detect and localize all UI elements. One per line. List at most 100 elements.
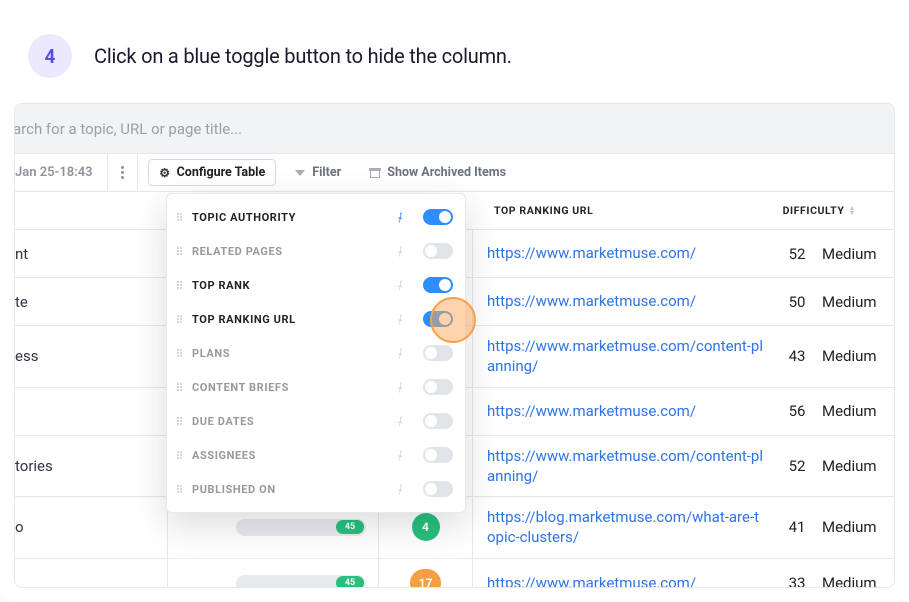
column-option-row: CONTENT BRIEFS: [167, 370, 465, 404]
show-archived-label: Show Archived Items: [387, 165, 506, 180]
url-cell: https://www.marketmuse.com/: [473, 230, 776, 277]
drag-grip-icon[interactable]: [177, 247, 182, 255]
difficulty-score: 52: [776, 436, 818, 497]
top-ranking-url-link[interactable]: https://www.marketmuse.com/: [487, 243, 696, 263]
column-option-row: PUBLISHED ON: [167, 472, 465, 506]
difficulty-score: 50: [776, 278, 818, 325]
drag-grip-icon[interactable]: [177, 349, 182, 357]
filter-button[interactable]: Filter: [284, 160, 351, 185]
drag-grip-icon[interactable]: [177, 485, 182, 493]
toolbar: Jan 25-18:43 Configure Table Filter: [15, 154, 894, 192]
show-archived-button[interactable]: Show Archived Items: [359, 160, 516, 185]
top-ranking-url-link[interactable]: https://www.marketmuse.com/: [487, 401, 696, 421]
sort-icon: ▲▼: [848, 206, 856, 216]
pin-icon[interactable]: [391, 379, 407, 395]
drag-grip-icon[interactable]: [177, 315, 182, 323]
column-visibility-toggle[interactable]: [423, 481, 453, 497]
column-option-label: CONTENT BRIEFS: [192, 381, 453, 394]
top-ranking-url-link[interactable]: https://www.marketmuse.com/: [487, 291, 696, 311]
rank-pill: 17: [410, 569, 442, 588]
drag-grip-icon[interactable]: [177, 281, 182, 289]
tutorial-card: 4 Click on a blue toggle button to hide …: [0, 0, 909, 602]
search-bar[interactable]: arch for a topic, URL or page title...: [15, 104, 894, 154]
toolbar-actions: Configure Table Filter Show Archived Ite…: [138, 154, 894, 191]
drag-grip-icon[interactable]: [177, 417, 182, 425]
configure-table-label: Configure Table: [177, 165, 266, 180]
pin-icon[interactable]: [391, 277, 407, 293]
column-option-row: TOPIC AUTHORITY: [167, 200, 465, 234]
pin-icon[interactable]: [391, 413, 407, 429]
rank-pill: 4: [412, 513, 440, 541]
difficulty-score: 43: [776, 326, 818, 387]
top-ranking-url-link[interactable]: https://www.marketmuse.com/content-plann…: [487, 446, 764, 487]
pin-icon[interactable]: [391, 243, 407, 259]
step-instruction: Click on a blue toggle button to hide th…: [94, 44, 512, 68]
url-cell: https://www.marketmuse.com/content-plann…: [473, 436, 776, 497]
difficulty-level: Medium: [818, 497, 894, 558]
progress-value-badge: 45: [336, 520, 364, 534]
column-option-label: TOP RANKING URL: [192, 313, 453, 326]
difficulty-score: 52: [776, 230, 818, 277]
pin-icon[interactable]: [391, 311, 407, 327]
top-ranking-url-link[interactable]: https://www.marketmuse.com/content-plann…: [487, 336, 764, 377]
configure-table-button[interactable]: Configure Table: [148, 159, 277, 186]
top-ranking-url-link[interactable]: https://www.marketmuse.com/: [487, 573, 696, 588]
column-visibility-toggle[interactable]: [423, 311, 453, 327]
column-visibility-toggle[interactable]: [423, 413, 453, 429]
column-option-label: RELATED PAGES: [192, 245, 453, 258]
difficulty-level: Medium: [818, 230, 894, 277]
step-header: 4 Click on a blue toggle button to hide …: [0, 0, 909, 104]
difficulty-level: Medium: [818, 278, 894, 325]
topic-cell: [15, 559, 167, 589]
column-visibility-toggle[interactable]: [423, 447, 453, 463]
topic-cell: nt: [15, 230, 167, 277]
url-cell: https://www.marketmuse.com/: [473, 559, 776, 589]
column-option-label: PLANS: [192, 347, 453, 360]
column-option-row: PLANS: [167, 336, 465, 370]
kebab-icon: [121, 166, 124, 179]
column-option-label: PUBLISHED ON: [192, 483, 453, 496]
pin-icon[interactable]: [391, 345, 407, 361]
column-visibility-toggle[interactable]: [423, 209, 453, 225]
more-menu-button[interactable]: [108, 154, 138, 191]
funnel-icon: [294, 167, 306, 179]
progress-bar: 45: [236, 575, 366, 589]
column-visibility-toggle[interactable]: [423, 345, 453, 361]
rank-pill-cell: 17: [379, 559, 473, 589]
difficulty-level: Medium: [818, 559, 894, 589]
date-range-cell[interactable]: Jan 25-18:43: [15, 154, 108, 191]
top-ranking-url-link[interactable]: https://blog.marketmuse.com/what-are-top…: [487, 507, 764, 548]
column-option-row: ASSIGNEES: [167, 438, 465, 472]
filter-label: Filter: [312, 165, 341, 180]
pin-icon[interactable]: [391, 481, 407, 497]
difficulty-level: Medium: [818, 326, 894, 387]
difficulty-score: 56: [776, 388, 818, 435]
difficulty-level: Medium: [818, 388, 894, 435]
url-cell: https://blog.marketmuse.com/what-are-top…: [473, 497, 776, 558]
column-option-row: RELATED PAGES: [167, 234, 465, 268]
column-header-difficulty[interactable]: DIFFICULTY ▲▼: [783, 204, 856, 217]
topic-cell: o: [15, 497, 167, 558]
topic-cell: [15, 388, 167, 435]
pin-icon[interactable]: [391, 209, 407, 225]
column-option-row: TOP RANKING URL: [167, 302, 465, 336]
drag-grip-icon[interactable]: [177, 451, 182, 459]
column-visibility-toggle[interactable]: [423, 379, 453, 395]
column-option-label: TOP RANK: [192, 279, 453, 292]
column-header-top-ranking-url[interactable]: TOP RANKING URL: [494, 204, 593, 217]
column-visibility-toggle[interactable]: [423, 277, 453, 293]
topic-cell: tories: [15, 436, 167, 497]
url-cell: https://www.marketmuse.com/: [473, 278, 776, 325]
column-option-row: DUE DATES: [167, 404, 465, 438]
drag-grip-icon[interactable]: [177, 213, 182, 221]
difficulty-level: Medium: [818, 436, 894, 497]
column-visibility-toggle[interactable]: [423, 243, 453, 259]
archive-icon: [369, 167, 381, 179]
topic-cell: te: [15, 278, 167, 325]
progress-bar: 45: [236, 519, 366, 536]
drag-grip-icon[interactable]: [177, 383, 182, 391]
table-row[interactable]: 4517https://www.marketmuse.com/33Medium: [15, 559, 894, 589]
date-range-label: Jan 25-18:43: [15, 165, 93, 180]
pin-icon[interactable]: [391, 447, 407, 463]
column-option-label: ASSIGNEES: [192, 449, 453, 462]
